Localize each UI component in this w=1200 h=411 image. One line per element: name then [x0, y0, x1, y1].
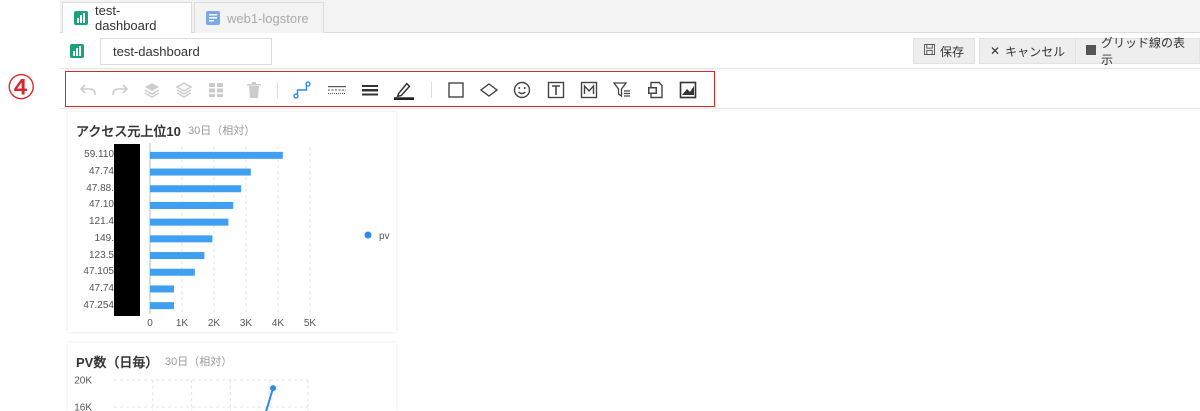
cancel-button[interactable]: ✕ キャンセル: [979, 38, 1077, 64]
redo-icon[interactable]: [110, 80, 130, 100]
connector-icon[interactable]: [292, 80, 312, 100]
diamond-icon[interactable]: [479, 80, 499, 100]
y-tick-label: 16K: [74, 403, 92, 411]
annotation-marker: ④: [6, 68, 37, 108]
line-style-icon[interactable]: [327, 80, 347, 100]
dashboard-icon: [73, 10, 89, 26]
bar[interactable]: [150, 268, 195, 276]
rectangle-icon[interactable]: [446, 80, 466, 100]
save-icon: [924, 44, 935, 58]
y-tick-label: 123.5: [88, 249, 114, 261]
bar[interactable]: [150, 285, 174, 293]
toolbar-separator: [277, 82, 278, 98]
toolbar-separator: [431, 82, 432, 98]
bar[interactable]: [150, 185, 242, 193]
y-tick-label: 47.74: [88, 166, 114, 178]
bar[interactable]: [150, 201, 234, 209]
x-tick-label: 4K: [272, 318, 285, 329]
bar[interactable]: [150, 302, 174, 310]
series-line: [265, 387, 275, 411]
emoji-icon[interactable]: [512, 80, 532, 100]
pen-color-icon[interactable]: [394, 80, 414, 100]
data-point[interactable]: [270, 385, 277, 392]
tab-web1-logstore[interactable]: web1-logstore: [194, 2, 324, 33]
dashboard-icon: [69, 43, 85, 59]
bar[interactable]: [150, 218, 229, 226]
tab-label: web1-logstore: [227, 10, 309, 26]
grid-icon: [1086, 44, 1096, 58]
y-tick-label: 47.254: [83, 299, 114, 311]
y-tick-label: 121.4: [88, 216, 114, 228]
y-tick-label: 149.: [94, 232, 114, 244]
tab-test-dashboard[interactable]: test-dashboard: [62, 2, 192, 33]
close-icon: ✕: [990, 44, 1001, 58]
y-tick-label: 47.105: [83, 266, 114, 278]
edit-toolbar: [65, 71, 715, 107]
image-icon[interactable]: [678, 80, 698, 100]
save-button[interactable]: 保存: [913, 38, 976, 64]
copy-icon[interactable]: [645, 80, 665, 100]
line-chart-daily-pv: 20K 16K: [74, 376, 309, 411]
tab-bar: test-dashboard web1-logstore: [60, 0, 1200, 33]
grid-layout-icon[interactable]: [206, 80, 226, 100]
legend-label: pv: [379, 231, 390, 242]
bring-forward-icon[interactable]: [142, 80, 162, 100]
x-tick-label: 2K: [208, 318, 221, 329]
bar[interactable]: [150, 151, 283, 159]
x-tick-label: 3K: [240, 318, 253, 329]
line-width-icon[interactable]: [360, 80, 380, 100]
bar[interactable]: [150, 252, 205, 260]
x-tick-label: 1K: [176, 318, 189, 329]
show-grid-button[interactable]: グリッド線の表示: [1075, 36, 1200, 67]
text-icon[interactable]: [546, 80, 566, 100]
filter-icon[interactable]: [612, 80, 632, 100]
send-backward-icon[interactable]: [174, 80, 194, 100]
y-tick-label: 59.110: [84, 149, 114, 161]
x-tick-label: 0: [147, 318, 153, 329]
logstore-icon: [205, 10, 221, 26]
y-tick-label: 47.88.: [86, 182, 114, 194]
bar[interactable]: [150, 235, 213, 243]
y-tick-label: 20K: [74, 376, 92, 387]
markdown-icon[interactable]: [579, 80, 599, 100]
toolbar-divider: [60, 108, 1200, 109]
dashboard-name-input[interactable]: [100, 38, 272, 65]
delete-icon[interactable]: [244, 80, 264, 100]
tab-label: test-dashboard: [95, 3, 157, 33]
y-tick-label: 47.74: [88, 282, 114, 294]
legend-marker[interactable]: [364, 231, 372, 239]
undo-icon[interactable]: [78, 80, 98, 100]
dashboard-header: 保存 ✕ キャンセル グリッド線の表示: [60, 33, 1200, 69]
y-tick-label: 47.10: [88, 199, 114, 211]
redacted-area: [114, 144, 140, 316]
x-tick-label: 5K: [304, 318, 317, 329]
bar[interactable]: [150, 168, 251, 176]
